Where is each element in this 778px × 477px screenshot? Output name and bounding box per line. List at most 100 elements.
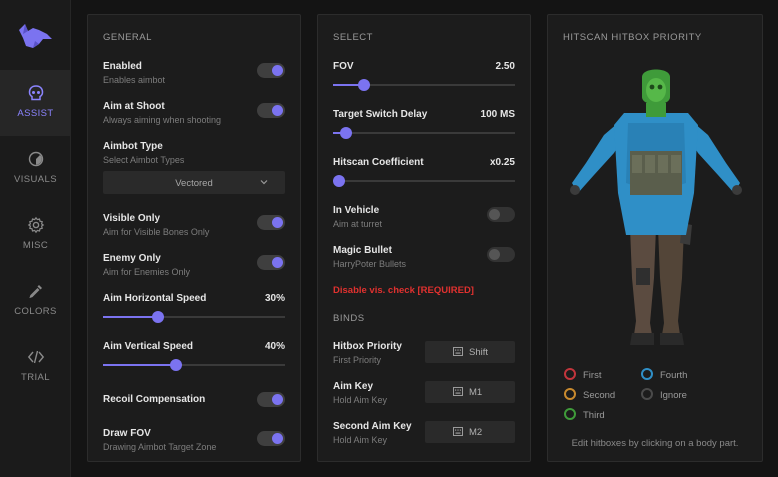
- enemy-only-row: Enemy Only Aim for Enemies Only: [103, 253, 285, 277]
- legend-item-fourth[interactable]: Fourth: [641, 368, 711, 383]
- legend-label: Second: [583, 390, 616, 401]
- legend-item-first[interactable]: First: [564, 368, 634, 383]
- second-aim-key-button[interactable]: M2: [425, 421, 515, 443]
- nav-item-colors[interactable]: COLORS: [0, 268, 71, 334]
- nav-item-assist[interactable]: ASSIST: [0, 70, 71, 136]
- fov-label: FOV: [333, 61, 354, 72]
- slider-track: [333, 180, 515, 182]
- aim-at-shoot-toggle[interactable]: [257, 103, 285, 118]
- right-leg-hitbox: [658, 228, 684, 335]
- keyboard-icon: [453, 427, 463, 436]
- hitscan-value: x0.25: [489, 157, 515, 168]
- h-speed-label: Aim Horizontal Speed: [103, 293, 207, 304]
- magic-bullet-toggle[interactable]: [487, 247, 515, 262]
- aimbot-type-dropdown[interactable]: Vectored: [103, 171, 285, 194]
- enabled-row: Enabled Enables aimbot: [103, 61, 285, 85]
- warning-row: Disable vis. check [REQUIRED]: [333, 285, 515, 296]
- h-speed-row: Aim Horizontal Speed 30%: [103, 293, 285, 329]
- legend-item-third[interactable]: Third: [564, 408, 634, 423]
- legend-item-ignore[interactable]: Ignore: [641, 388, 711, 403]
- hitscan-label: Hitscan Coefficient: [333, 157, 424, 168]
- nav-item-misc[interactable]: MISC: [0, 202, 71, 268]
- legend-dot: [564, 388, 576, 400]
- toggle-knob: [272, 433, 283, 444]
- recoil-toggle[interactable]: [257, 392, 285, 407]
- slider-fill: [103, 364, 176, 366]
- v-speed-slider[interactable]: [103, 359, 285, 371]
- draw-fov-row: Draw FOV Drawing Aimbot Target Zone: [103, 428, 285, 452]
- visible-only-sub: Aim for Visible Bones Only: [103, 227, 210, 237]
- in-vehicle-sub: Aim at turret: [333, 219, 383, 229]
- right-arm-hitbox: [692, 123, 740, 193]
- slider-thumb[interactable]: [151, 311, 164, 323]
- slider-thumb[interactable]: [169, 359, 182, 371]
- right-boot: [660, 333, 684, 345]
- h-speed-slider[interactable]: [103, 311, 285, 323]
- mag-pouch: [658, 155, 668, 173]
- aim-at-shoot-sub: Always aiming when shooting: [103, 115, 222, 125]
- draw-fov-toggle[interactable]: [257, 431, 285, 446]
- aimbot-type-label: Aimbot Type: [103, 141, 163, 152]
- legend-dot: [564, 368, 576, 380]
- toggle-knob: [489, 209, 500, 220]
- wolf-logo-icon: [19, 24, 52, 48]
- nav-label-trial: TRIAL: [21, 372, 50, 383]
- eyedropper-icon: [28, 285, 42, 299]
- aimbot-type-row: Aimbot Type Select Aimbot Types Vectored: [103, 141, 285, 211]
- panel-title-select: SELECT: [333, 32, 373, 43]
- visible-only-toggle[interactable]: [257, 215, 285, 230]
- slider-thumb[interactable]: [357, 79, 370, 91]
- legend-label: Third: [583, 410, 605, 421]
- slider-fill: [103, 316, 158, 318]
- keyboard-icon: [453, 347, 463, 356]
- legend-item-second[interactable]: Second: [564, 388, 634, 403]
- legend-dot: [641, 388, 653, 400]
- nav-item-visuals[interactable]: VISUALS: [0, 136, 71, 202]
- enemy-only-toggle[interactable]: [257, 255, 285, 270]
- slider-thumb[interactable]: [339, 127, 352, 139]
- legend-label: First: [583, 370, 602, 381]
- h-speed-value: 30%: [264, 293, 285, 304]
- aimbot-type-sub: Select Aimbot Types: [103, 155, 185, 165]
- slider-track: [333, 132, 515, 134]
- recoil-row: Recoil Compensation: [103, 392, 285, 407]
- character-model[interactable]: [568, 63, 744, 353]
- mag-pouch: [645, 155, 655, 173]
- aimbot-type-value: Vectored: [175, 178, 213, 189]
- slider-thumb[interactable]: [333, 175, 345, 187]
- right-hand: [732, 185, 742, 195]
- legend-dot: [641, 368, 653, 380]
- binds-title: BINDS: [333, 313, 365, 324]
- binds-header: BINDS: [333, 313, 515, 324]
- bind-row: Second Aim Key Hold Aim Key M2: [333, 421, 515, 445]
- bind-key-label: M2: [469, 427, 483, 438]
- in-vehicle-toggle[interactable]: [487, 207, 515, 222]
- v-speed-row: Aim Vertical Speed 40%: [103, 341, 285, 377]
- toggle-knob: [272, 65, 283, 76]
- legend-label: Ignore: [660, 390, 687, 401]
- hitscan-row: Hitscan Coefficient x0.25: [333, 157, 515, 193]
- fov-value: 2.50: [495, 61, 515, 72]
- left-boot: [630, 333, 654, 345]
- legend-dot: [564, 408, 576, 420]
- bind-key-label: Shift: [469, 347, 489, 358]
- enabled-toggle[interactable]: [257, 63, 285, 78]
- in-vehicle-row: In Vehicle Aim at turret: [333, 205, 515, 229]
- keyboard-icon: [453, 387, 463, 396]
- hitbox-priority-key-button[interactable]: Shift: [425, 341, 515, 363]
- nav-item-trial[interactable]: TRIAL: [0, 334, 71, 400]
- skull-icon: [28, 85, 43, 101]
- fov-slider[interactable]: [333, 79, 515, 91]
- bind-key-label: M1: [469, 387, 483, 398]
- enemy-only-sub: Aim for Enemies Only: [103, 267, 191, 277]
- hitbox-panel: HITSCAN HITBOX PRIORITY First Fourth Sec…: [547, 14, 763, 462]
- draw-fov-sub: Drawing Aimbot Target Zone: [103, 442, 217, 452]
- nav-label-assist: ASSIST: [17, 108, 54, 119]
- panel-title-general: GENERAL: [103, 32, 152, 43]
- hitscan-slider[interactable]: [333, 175, 515, 187]
- nav-label-misc: MISC: [22, 240, 49, 251]
- switch-delay-slider[interactable]: [333, 127, 515, 139]
- vis-check-warning: Disable vis. check [REQUIRED]: [333, 285, 474, 296]
- aim-key-button[interactable]: M1: [425, 381, 515, 403]
- bind-row: Aim Key Hold Aim Key M1: [333, 381, 515, 405]
